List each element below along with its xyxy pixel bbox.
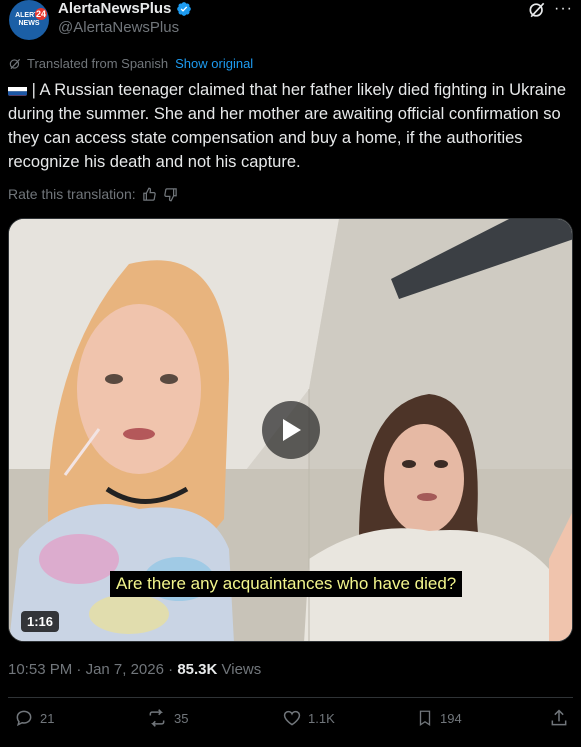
bookmark-icon: [419, 710, 431, 727]
video-duration: 1:16: [21, 611, 60, 632]
bookmark-count: 194: [440, 710, 462, 726]
divider: [8, 697, 573, 698]
video-player[interactable]: Are there any acquaintances who have die…: [8, 218, 573, 642]
action-bar: 21 35 1.1K 194: [0, 708, 581, 736]
post-meta: 10:53 PM · Jan 7, 2026 · 85.3K Views: [8, 661, 261, 678]
repost-count: 35: [174, 710, 189, 726]
show-original-link[interactable]: Show original: [175, 56, 253, 71]
heart-icon: [283, 710, 301, 726]
bookmark-button[interactable]: 194: [416, 708, 462, 728]
name-row: AlertaNewsPlus: [58, 0, 192, 17]
repost-button[interactable]: 35: [146, 708, 188, 728]
rate-translation: Rate this translation:: [8, 186, 178, 202]
post-body: | A Russian teenager claimed that her fa…: [8, 81, 567, 171]
rate-label: Rate this translation:: [8, 186, 136, 202]
reply-count: 21: [40, 710, 55, 726]
thumbs-up-icon[interactable]: [142, 187, 157, 202]
like-count: 1.1K: [308, 710, 335, 726]
post-time[interactable]: 10:53 PM: [8, 661, 72, 678]
reply-icon: [16, 710, 32, 727]
play-icon: [283, 419, 301, 441]
share-button[interactable]: [549, 708, 569, 728]
meta-separator: ·: [168, 661, 174, 678]
more-options-icon[interactable]: ···: [554, 0, 573, 18]
translated-label: Translated from Spanish: [27, 56, 169, 71]
views-count: 85.3K: [177, 661, 218, 678]
thumbs-down-icon[interactable]: [163, 187, 178, 202]
repost-icon: [149, 709, 165, 727]
grok-icon[interactable]: [527, 0, 547, 20]
post-header: ALERTA NEWS 24 AlertaNewsPlus @AlertaNew…: [8, 0, 573, 46]
meta-separator: ·: [76, 661, 82, 678]
translate-icon: [9, 58, 21, 69]
display-name[interactable]: AlertaNewsPlus: [58, 0, 171, 17]
translation-notice: Translated from Spanish Show original: [8, 56, 253, 71]
post-date[interactable]: Jan 7, 2026: [86, 661, 164, 678]
avatar-badge: 24: [35, 8, 47, 20]
like-button[interactable]: 1.1K: [282, 708, 335, 728]
post-text: | A Russian teenager claimed that her fa…: [8, 78, 568, 174]
verified-badge-icon: [177, 1, 192, 16]
video-caption: Are there any acquaintances who have die…: [110, 571, 463, 597]
share-icon: [551, 709, 567, 726]
play-button[interactable]: [262, 401, 320, 459]
handle[interactable]: @AlertaNewsPlus: [58, 19, 179, 36]
reply-button[interactable]: 21: [14, 708, 54, 728]
russia-flag-icon: [8, 83, 27, 96]
views-label: Views: [221, 661, 262, 678]
avatar[interactable]: ALERTA NEWS 24: [9, 0, 49, 40]
